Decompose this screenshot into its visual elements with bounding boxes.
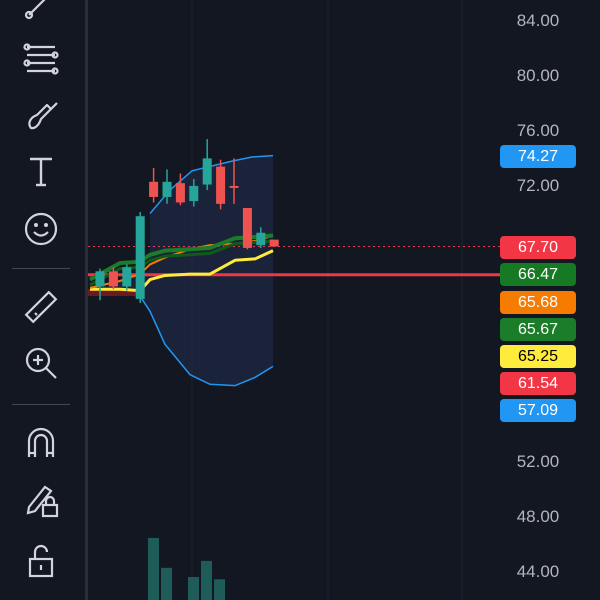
- price-tick-label: 76.00: [516, 121, 560, 141]
- price-badge: 57.09: [500, 399, 576, 422]
- trend-line-icon: [24, 0, 46, 20]
- unlock-icon: [28, 544, 54, 578]
- candle: [269, 239, 279, 247]
- price-badge: 67.70: [500, 236, 576, 259]
- candle-body: [135, 216, 145, 299]
- lock-drawings-tool[interactable]: [16, 476, 66, 522]
- candle-body: [95, 271, 105, 287]
- emoji-tool[interactable]: [16, 206, 66, 252]
- candle-body: [122, 267, 132, 287]
- brush-tool[interactable]: [16, 92, 66, 138]
- price-badge: 65.68: [500, 291, 576, 314]
- toolbar-separator: [12, 404, 70, 405]
- price-badge: 74.27: [500, 145, 576, 168]
- price-badge: 65.25: [500, 345, 576, 368]
- magnet-icon: [27, 427, 55, 457]
- text-icon: [30, 157, 52, 187]
- zoom-in-icon: [25, 347, 57, 379]
- price-tick-label: 52.00: [516, 451, 560, 471]
- brush-icon: [28, 102, 58, 130]
- volume-bar: [201, 560, 212, 600]
- candle-body: [229, 185, 239, 188]
- candle: [216, 159, 226, 210]
- text-tool[interactable]: [16, 148, 66, 194]
- unlock-tool[interactable]: [16, 538, 66, 584]
- price-tick-label: 80.00: [516, 66, 560, 86]
- drawing-toolbar: [0, 0, 84, 600]
- volume-bar: [188, 577, 199, 600]
- candle: [149, 168, 159, 203]
- price-badge: 66.47: [500, 263, 576, 286]
- candle-body: [175, 183, 185, 203]
- price-tick-label: 44.00: [516, 562, 560, 581]
- volume-bar: [214, 579, 225, 600]
- magnet-tool[interactable]: [16, 420, 66, 466]
- ruler-icon: [24, 290, 58, 324]
- price-badge: 61.54: [500, 372, 576, 395]
- price-tick-label: 72.00: [516, 176, 560, 196]
- candle-body: [149, 181, 159, 197]
- fib-retracement-tool[interactable]: [16, 36, 66, 82]
- price-badge: 65.67: [500, 318, 576, 341]
- candle-body: [162, 181, 172, 197]
- candle-body: [269, 239, 279, 247]
- price-tick-label: 84.00: [516, 11, 560, 30]
- candle-body: [108, 271, 118, 287]
- candle: [135, 212, 145, 304]
- candle: [202, 139, 212, 191]
- lock-pencil-icon: [26, 485, 59, 518]
- candle-body: [189, 185, 199, 202]
- emoji-icon: [24, 212, 58, 246]
- zoom-in-tool[interactable]: [16, 340, 66, 386]
- ruler-tool[interactable]: [16, 284, 66, 330]
- trend-line-tool[interactable]: [16, 0, 66, 26]
- volume-bar: [148, 537, 159, 600]
- candle-body: [202, 158, 212, 185]
- candle-body: [216, 166, 226, 204]
- price-tick-label: 48.00: [516, 506, 560, 526]
- volume-bars: [148, 537, 225, 600]
- candle: [242, 207, 252, 250]
- fib-retracement-icon: [23, 43, 59, 75]
- candle-body: [256, 232, 266, 246]
- app-root: 84.00 80.00 76.00 72.00 52.00 48.00 44.00 74.27…: [0, 0, 600, 600]
- volume-bar: [161, 567, 172, 600]
- toolbar-separator: [12, 268, 70, 269]
- candle-body: [242, 207, 252, 248]
